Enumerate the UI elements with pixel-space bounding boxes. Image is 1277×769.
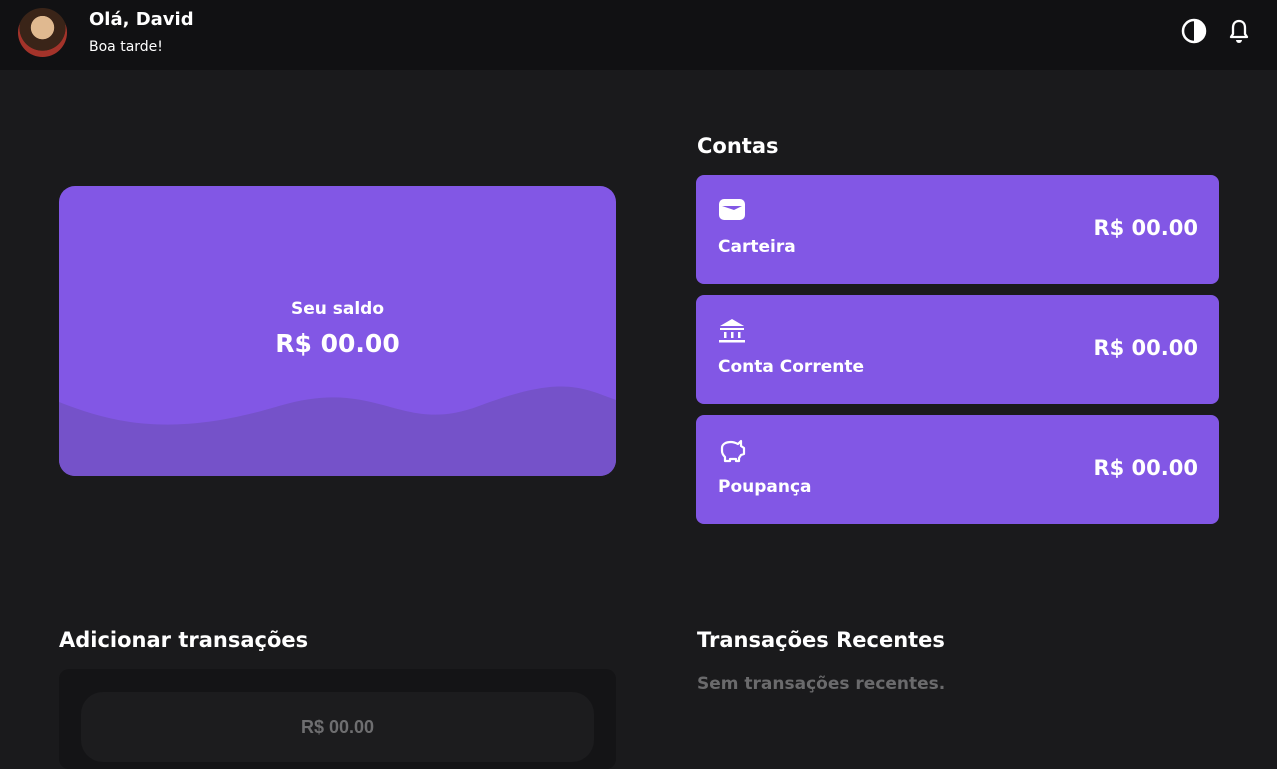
recent-transactions-title: Transações Recentes	[697, 628, 945, 652]
account-amount: R$ 00.00	[1093, 336, 1198, 360]
greeting-subtitle: Boa tarde!	[89, 39, 163, 55]
accounts-title: Contas	[697, 134, 779, 158]
add-transaction-form	[59, 669, 616, 769]
balance-label: Seu saldo	[290, 299, 385, 319]
account-card-carteira[interactable]: Carteira R$ 00.00	[696, 175, 1219, 284]
avatar[interactable]	[18, 8, 67, 57]
amount-input[interactable]	[81, 692, 594, 762]
empty-state: Sem transações recentes.	[697, 674, 946, 694]
balance-value: R$ 00.00	[275, 329, 400, 358]
wave-decoration	[59, 386, 616, 476]
balance-card: Seu saldo R$ 00.00	[59, 186, 616, 476]
account-card-conta-corrente[interactable]: Conta Corrente R$ 00.00	[696, 295, 1219, 404]
account-name: Poupança	[718, 477, 812, 497]
theme-toggle-icon[interactable]	[1181, 18, 1207, 44]
bell-icon[interactable]	[1226, 18, 1252, 44]
bank-icon	[719, 319, 745, 343]
piggy-bank-icon	[720, 439, 746, 463]
account-amount: R$ 00.00	[1093, 216, 1198, 240]
account-card-poupanca[interactable]: Poupança R$ 00.00	[696, 415, 1219, 524]
greeting: Olá, David	[89, 9, 194, 30]
add-transaction-title: Adicionar transações	[59, 628, 309, 652]
wallet-icon	[719, 199, 745, 220]
top-bar: Olá, David Boa tarde!	[0, 0, 1277, 70]
account-name: Conta Corrente	[718, 357, 864, 377]
account-amount: R$ 00.00	[1093, 456, 1198, 480]
account-name: Carteira	[718, 237, 796, 257]
